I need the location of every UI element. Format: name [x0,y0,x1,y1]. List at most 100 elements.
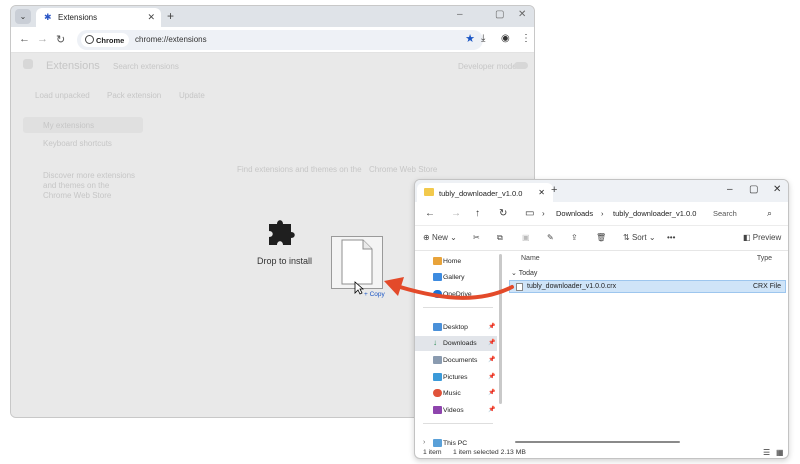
mouse-cursor-icon [354,281,364,295]
delete-icon[interactable]: 🗑 [596,233,606,242]
sidebar-item-home[interactable]: Home [415,254,497,269]
address-bar[interactable]: Chrome chrome://extensions ★ [77,30,483,50]
status-bar: 1 item 1 item selected 2.13 MB ☰ ▦ [415,447,788,458]
download-arrow-icon: ↓ [433,338,437,347]
refresh-icon[interactable]: ↻ [499,208,507,219]
sidebar-label: Documents [443,357,478,364]
horizontal-scrollbar[interactable] [515,441,680,443]
copy-icon[interactable]: ⧉ [497,233,503,243]
more-options-button[interactable]: ••• [667,233,675,242]
folder-icon [424,188,434,196]
copy-hint: + Copy [364,291,385,298]
rename-icon[interactable]: ✎ [547,233,554,242]
this-pc-icon[interactable]: ▭ [525,208,534,219]
site-info-chip[interactable]: Chrome [81,33,129,47]
bookmark-star-icon[interactable]: ★ [465,32,475,45]
profile-icon[interactable]: ◉ [501,33,510,44]
tab-title: Extensions [58,13,98,22]
copy-label: Copy [369,291,385,298]
sidebar-label: Downloads [443,340,477,347]
explorer-command-bar: ⊕ New ⌄ ✂ ⧉ ▣ ✎ ⇪ 🗑 ⇅ Sort ⌄ ••• ◧ Previ… [415,225,788,251]
tab-extensions[interactable]: ✱ Extensions ✕ [36,8,161,27]
extension-puzzle-icon [269,220,295,245]
tiles-view-icon[interactable]: ▦ [776,448,784,457]
sort-button[interactable]: ⇅ Sort ⌄ [623,233,656,242]
sidebar-label: Videos [443,407,464,414]
sidebar-item-music[interactable]: Music 📌 [415,386,497,401]
load-unpacked-button: Load unpacked [35,91,90,100]
sidebar-promo-line3: Chrome Web Store [43,191,112,200]
forward-icon[interactable]: → [451,208,461,219]
maximize-button[interactable]: ▢ [749,184,758,195]
paste-icon[interactable]: ▣ [522,233,530,242]
minimize-button[interactable]: – [727,184,733,195]
chrome-tab-strip: ⌄ ✱ Extensions ✕ + – ▢ ✕ [11,6,534,27]
cut-icon[interactable]: ✂ [473,233,480,242]
up-icon[interactable]: ↑ [475,208,480,219]
preview-button[interactable]: ◧ Preview [743,233,781,242]
selection-info: 1 item selected 2.13 MB [453,449,526,456]
details-view-icon[interactable]: ☰ [763,448,770,457]
sidebar-divider [423,307,493,308]
developer-mode-toggle [514,62,528,69]
sidebar-item-videos[interactable]: Videos 📌 [415,403,497,418]
close-tab-icon[interactable]: ✕ [147,12,155,23]
group-header-today[interactable]: ⌄ Today [511,269,537,277]
sidebar-item-downloads[interactable]: ↓ Downloads 📌 [415,336,497,351]
sidebar-item-onedrive[interactable]: › OneDrive [415,287,497,302]
sort-label: Sort [631,233,647,242]
file-name: tubly_downloader_v1.0.0.crx [527,283,617,290]
download-icon[interactable]: ⤓ [481,33,485,44]
breadcrumb-downloads[interactable]: Downloads [556,209,593,218]
pictures-icon [433,373,442,381]
sidebar-keyboard-shortcuts: Keyboard shortcuts [43,139,112,148]
new-button[interactable]: ⊕ New ⌄ [423,233,457,242]
tab-folder[interactable]: tubly_downloader_v1.0.0 ✕ [417,183,553,202]
new-tab-button[interactable]: + [167,9,174,23]
sidebar-label: Desktop [443,324,468,331]
reload-icon[interactable]: ↻ [56,33,65,46]
sidebar-label: OneDrive [443,291,472,298]
crx-file-icon [516,283,523,291]
preview-label: Preview [752,233,782,242]
sidebar-promo-line1: Discover more extensions [43,171,136,180]
sidebar-item-desktop[interactable]: Desktop 📌 [415,320,497,335]
close-window-button[interactable]: ✕ [773,184,781,195]
maximize-button[interactable]: ▢ [495,9,504,20]
sidebar-item-pictures[interactable]: Pictures 📌 [415,370,497,385]
desktop-icon [433,323,442,331]
breadcrumb-current-folder[interactable]: tubly_downloader_v1.0.0 [613,209,696,218]
sidebar-item-gallery[interactable]: Gallery [415,270,497,285]
expand-chevron-icon[interactable]: › [423,439,425,446]
sidebar-item-documents[interactable]: Documents 📌 [415,353,497,368]
back-icon[interactable]: ← [19,33,30,45]
breadcrumb-chevron-icon: › [601,209,604,218]
sidebar-scrollbar[interactable] [499,254,502,404]
new-label: New [431,233,448,242]
sidebar-promo-line2: and themes on the [43,181,110,190]
chrome-toolbar: ← → ↻ Chrome chrome://extensions ★ ⤓ ◉ ⋮ [11,27,534,53]
close-window-button[interactable]: ✕ [518,9,526,20]
group-label: Today [518,270,538,277]
sidebar-label: Gallery [443,274,465,281]
column-header-name[interactable]: Name [521,255,540,262]
forward-icon[interactable]: → [37,33,48,45]
sidebar-label: This PC [443,440,468,447]
back-icon[interactable]: ← [425,208,435,219]
cloud-icon [433,290,442,298]
share-icon[interactable]: ⇪ [571,233,578,242]
pin-icon: 📌 [488,390,496,396]
tab-search-button[interactable]: ⌄ [15,9,31,24]
file-row[interactable]: tubly_downloader_v1.0.0.crx CRX File [509,280,786,293]
menu-icon[interactable]: ⋮ [521,33,531,44]
close-tab-icon[interactable]: ✕ [538,188,545,197]
new-tab-button[interactable]: + [551,184,557,196]
search-input[interactable]: Search [713,209,737,218]
url-text: chrome://extensions [135,35,207,44]
pin-icon: 📌 [488,374,496,380]
column-header-type[interactable]: Type [757,255,772,262]
expand-chevron-icon[interactable]: › [423,290,425,297]
puzzle-icon: ✱ [44,12,52,22]
minimize-button[interactable]: – [457,9,463,20]
file-explorer-window: tubly_downloader_v1.0.0 ✕ + – ▢ ✕ ← → ↑ … [414,179,789,459]
